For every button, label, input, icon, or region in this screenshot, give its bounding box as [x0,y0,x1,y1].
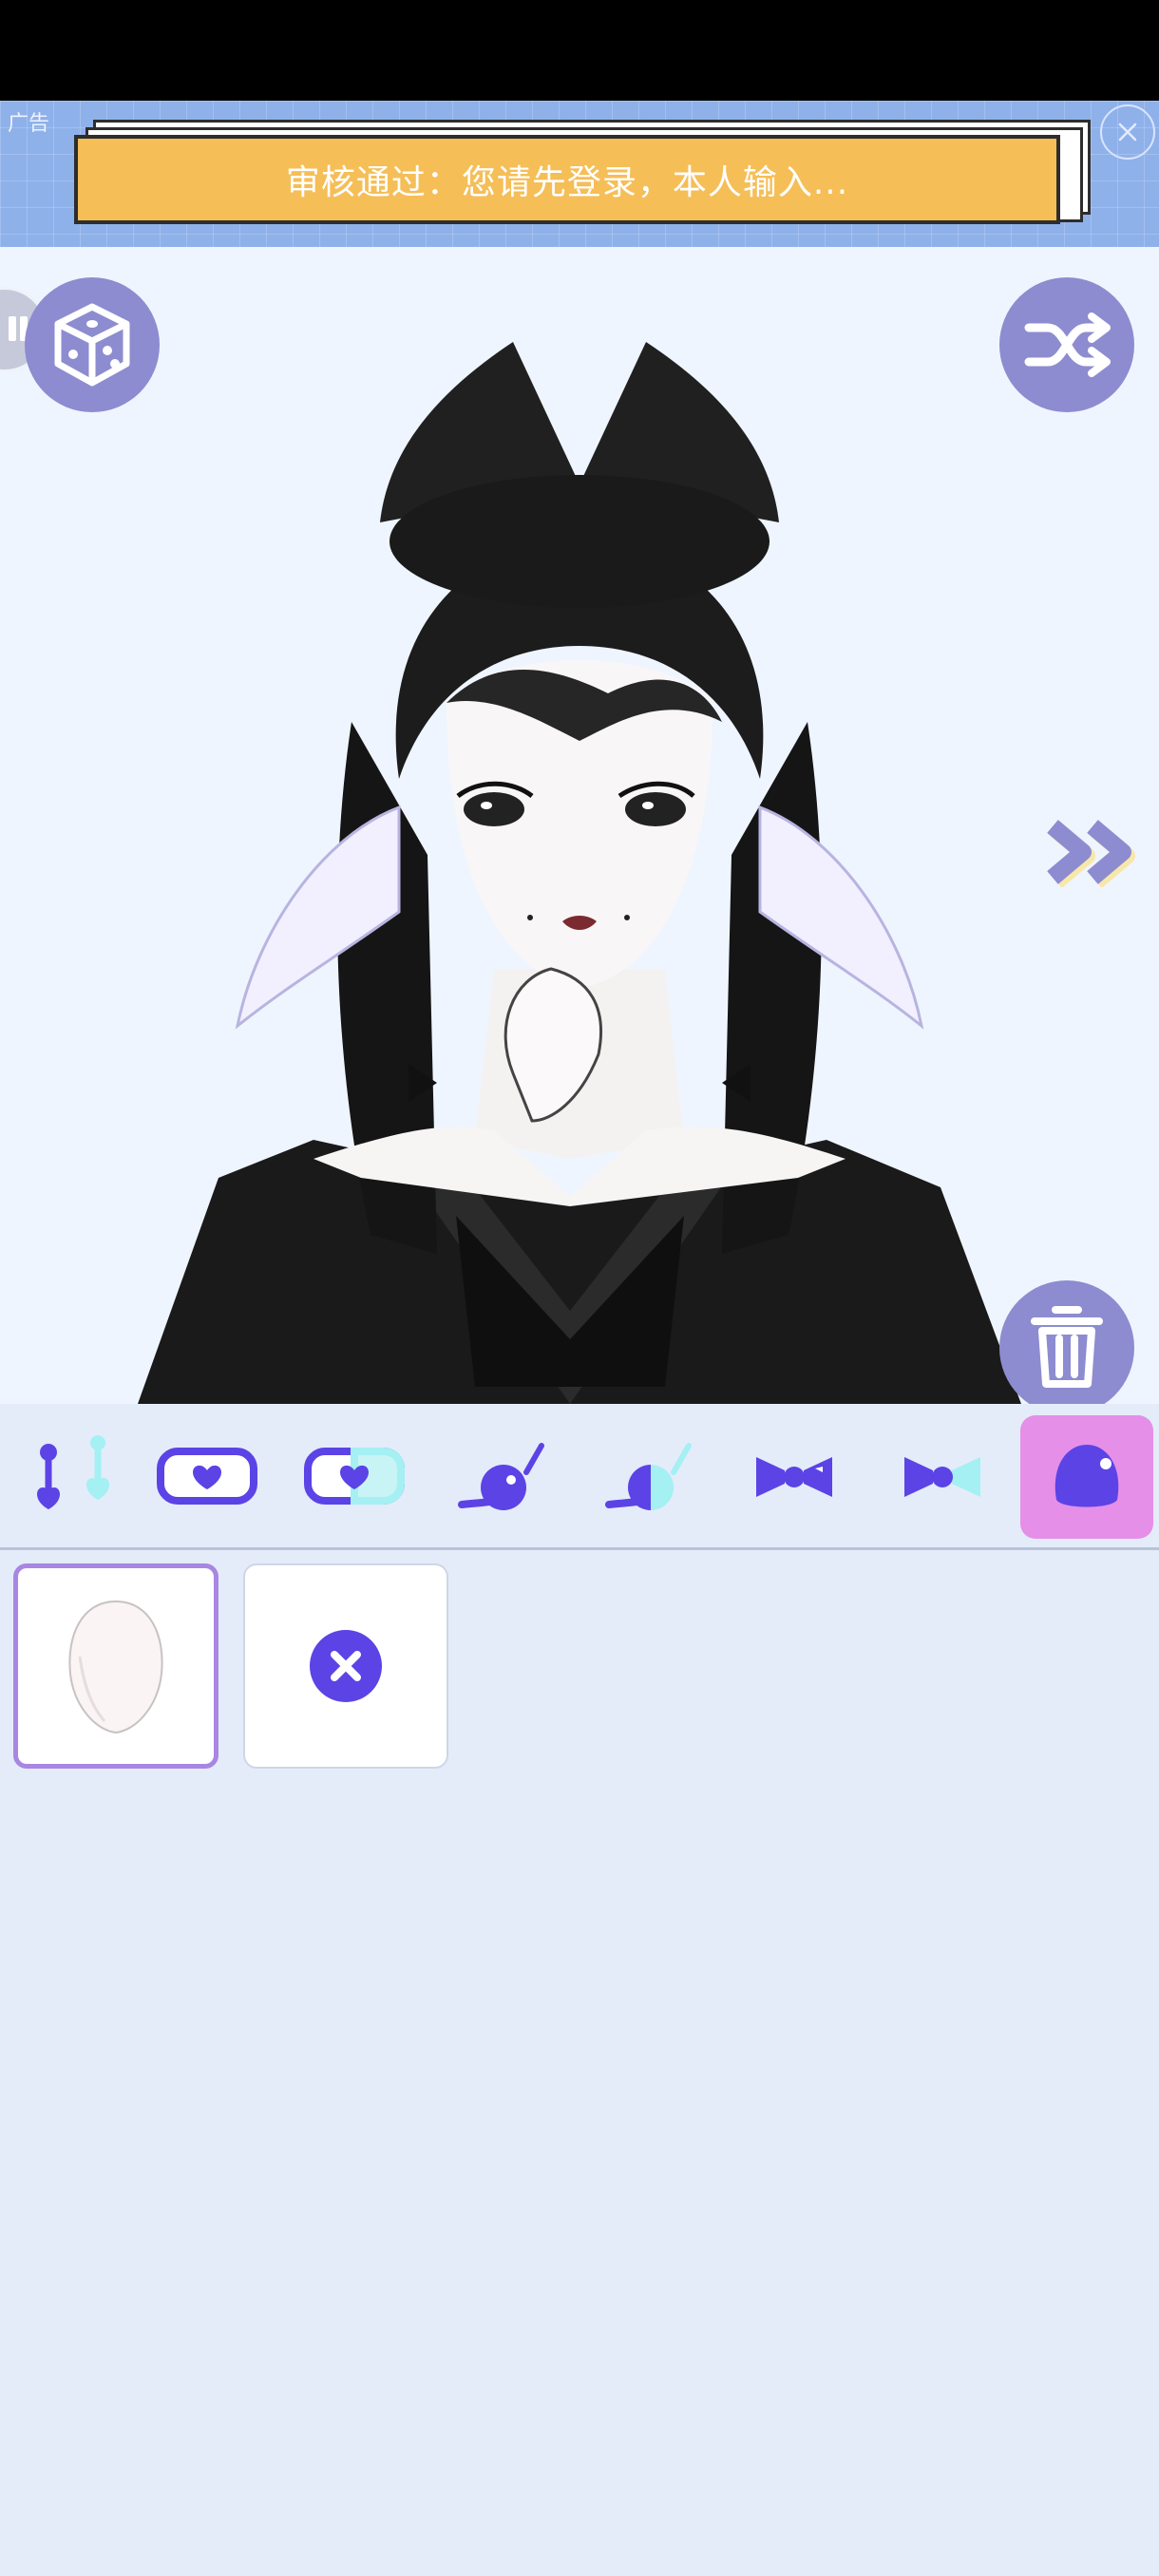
face-shape-thumbnail [68,1600,163,1734]
delete-button[interactable] [999,1280,1134,1404]
hairpin-icon [37,1435,109,1509]
category-toolbar [0,1404,1159,1550]
character-canvas [0,247,1159,1404]
tool-heart-clip[interactable] [141,1415,274,1539]
option-panel [0,1550,1159,2576]
ad-tag: 广告 [8,112,50,136]
trash-icon [1031,1306,1103,1388]
ball-pin-icon [458,1443,544,1510]
tool-half-bow[interactable] [876,1415,1009,1539]
half-heart-clip-icon [304,1448,405,1505]
tool-face-base[interactable] [1020,1415,1153,1539]
heart-clip-icon [157,1448,257,1505]
half-bow-icon [904,1457,980,1497]
double-chevron-right-icon [1047,820,1135,888]
ad-close-button[interactable] [1100,104,1155,160]
tool-bow[interactable] [728,1415,861,1539]
tool-half-heart-clip[interactable] [288,1415,421,1539]
face-base-icon [1054,1445,1119,1507]
tool-half-ball-pin[interactable] [584,1415,717,1539]
tool-hairpin[interactable] [0,1415,133,1539]
ad-headline[interactable]: 审核通过：您请先登录，本人输入... [74,135,1060,224]
next-arrow-button[interactable] [1047,817,1146,891]
face-shape-option[interactable] [13,1563,218,1769]
close-icon [1118,123,1137,142]
ad-banner[interactable]: 广告 审核通过：您请先登录，本人输入... [0,101,1159,247]
half-ball-pin-icon [605,1443,692,1510]
remove-option[interactable] [243,1563,448,1769]
tool-ball-pin[interactable] [437,1415,570,1539]
remove-icon [310,1630,382,1702]
bow-icon [756,1457,832,1497]
character-illustration [138,342,1021,1404]
status-bar [0,0,1159,101]
